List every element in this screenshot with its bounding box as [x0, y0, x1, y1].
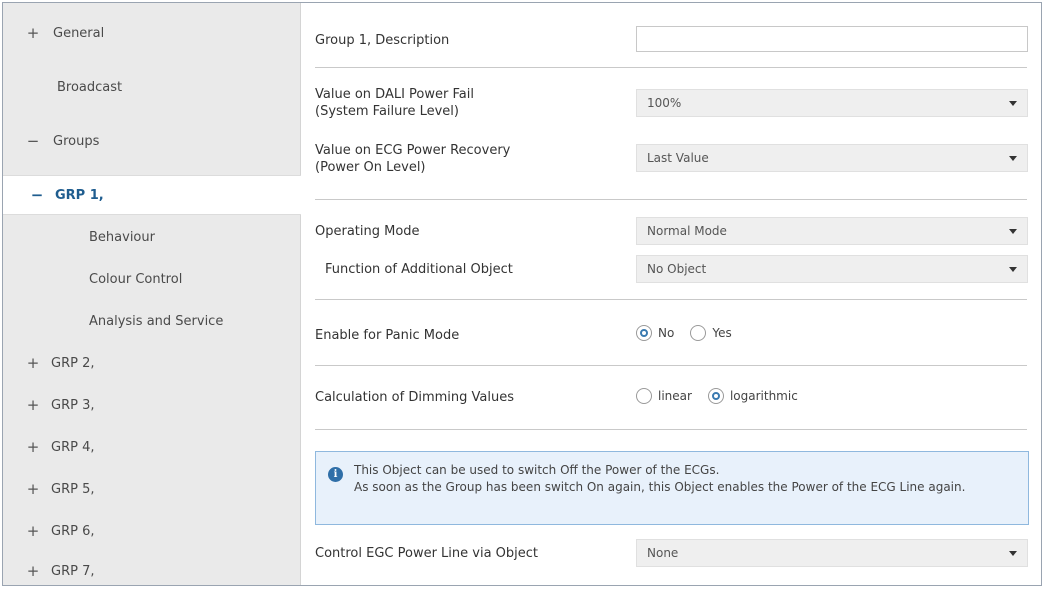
panic-mode-radio-group: No Yes [636, 325, 742, 341]
expand-icon[interactable]: + [23, 354, 43, 372]
sidebar-item-label: GRP 5, [51, 481, 95, 497]
info-box: i This Object can be used to switch Off … [315, 451, 1029, 525]
sidebar-item-label: Broadcast [57, 79, 123, 95]
sidebar-item-grp2[interactable]: + GRP 2, [3, 343, 301, 383]
sidebar-item-broadcast[interactable]: Broadcast [3, 67, 301, 107]
sidebar-item-behaviour[interactable]: Behaviour [3, 217, 301, 257]
chevron-down-icon [1009, 156, 1017, 161]
collapse-icon[interactable]: − [23, 132, 43, 150]
sidebar-item-label: GRP 7, [51, 563, 95, 579]
sidebar-item-grp4[interactable]: + GRP 4, [3, 427, 301, 467]
chevron-down-icon [1009, 267, 1017, 272]
panic-mode-no-label[interactable]: No [658, 326, 674, 340]
dimming-log-radio[interactable] [707, 388, 724, 404]
power-recovery-value: Last Value [647, 151, 709, 165]
sidebar-item-label: Behaviour [89, 229, 155, 245]
dimming-log-label[interactable]: logarithmic [730, 389, 798, 403]
sidebar: + General Broadcast − Groups − GRP 1, Be… [3, 3, 301, 585]
additional-object-select[interactable]: No Object [636, 255, 1028, 283]
panic-mode-label: Enable for Panic Mode [315, 327, 460, 343]
sidebar-item-grp3[interactable]: + GRP 3, [3, 385, 301, 425]
expand-icon[interactable]: + [23, 24, 43, 42]
chevron-down-icon [1009, 551, 1017, 556]
panic-mode-no-radio[interactable] [636, 325, 652, 341]
dimming-linear-radio[interactable] [636, 388, 652, 404]
dimming-label: Calculation of Dimming Values [315, 389, 514, 405]
sidebar-item-grp5[interactable]: + GRP 5, [3, 469, 301, 509]
sidebar-item-label: GRP 4, [51, 439, 95, 455]
parameter-window: + General Broadcast − Groups − GRP 1, Be… [2, 2, 1042, 586]
divider [315, 365, 1027, 366]
sidebar-item-label: GRP 6, [51, 523, 95, 539]
power-line-label: Control EGC Power Line via Object [315, 545, 539, 561]
power-recovery-label: Value on ECG Power Recovery (Power On Le… [315, 143, 511, 175]
info-text-line1: This Object can be used to switch Off th… [354, 463, 720, 477]
expand-icon[interactable]: + [23, 562, 43, 580]
sidebar-item-analysis-service[interactable]: Analysis and Service [3, 301, 301, 341]
collapse-icon[interactable]: − [27, 186, 47, 204]
info-icon: i [328, 467, 343, 482]
divider [315, 67, 1027, 68]
operating-mode-value: Normal Mode [647, 224, 727, 238]
expand-icon[interactable]: + [23, 522, 43, 540]
description-input[interactable] [636, 26, 1028, 52]
divider [315, 429, 1027, 430]
sidebar-item-label: Analysis and Service [89, 313, 224, 329]
sidebar-item-grp1[interactable]: − GRP 1, [3, 175, 301, 215]
sidebar-item-label: Groups [53, 133, 100, 149]
sidebar-item-grp7[interactable]: + GRP 7, [3, 551, 301, 585]
chevron-down-icon [1009, 229, 1017, 234]
power-fail-value: 100% [647, 96, 682, 110]
additional-object-label: Function of Additional Object [325, 261, 513, 277]
power-line-value: None [647, 546, 679, 560]
panic-mode-yes-radio[interactable] [690, 325, 707, 341]
divider [315, 199, 1027, 200]
chevron-down-icon [1009, 101, 1017, 106]
power-fail-label: Value on DALI Power Fail (System Failure… [315, 87, 474, 119]
sidebar-item-label: GRP 1, [55, 187, 104, 203]
expand-icon[interactable]: + [23, 396, 43, 414]
sidebar-item-label: GRP 2, [51, 355, 95, 371]
sidebar-item-label: General [53, 25, 105, 41]
operating-mode-select[interactable]: Normal Mode [636, 217, 1028, 245]
operating-mode-label: Operating Mode [315, 223, 420, 239]
power-fail-select[interactable]: 100% [636, 89, 1028, 117]
power-line-select[interactable]: None [636, 539, 1028, 567]
expand-icon[interactable]: + [23, 438, 43, 456]
dimming-linear-label[interactable]: linear [658, 389, 692, 403]
sidebar-item-label: Colour Control [89, 271, 183, 287]
expand-icon[interactable]: + [23, 480, 43, 498]
sidebar-item-groups[interactable]: − Groups [3, 121, 301, 161]
sidebar-item-grp6[interactable]: + GRP 6, [3, 511, 301, 551]
sidebar-item-colour-control[interactable]: Colour Control [3, 259, 301, 299]
sidebar-item-label: GRP 3, [51, 397, 95, 413]
power-recovery-select[interactable]: Last Value [636, 144, 1028, 172]
parameter-panel: Group 1, Description Value on DALI Power… [301, 3, 1041, 585]
divider [315, 299, 1027, 300]
description-label: Group 1, Description [315, 32, 450, 48]
dimming-radio-group: linear logarithmic [636, 388, 808, 404]
additional-object-value: No Object [647, 262, 707, 276]
sidebar-item-general[interactable]: + General [3, 13, 301, 53]
panic-mode-yes-label[interactable]: Yes [712, 326, 731, 340]
info-text-line2: As soon as the Group has been switch On … [354, 480, 966, 494]
